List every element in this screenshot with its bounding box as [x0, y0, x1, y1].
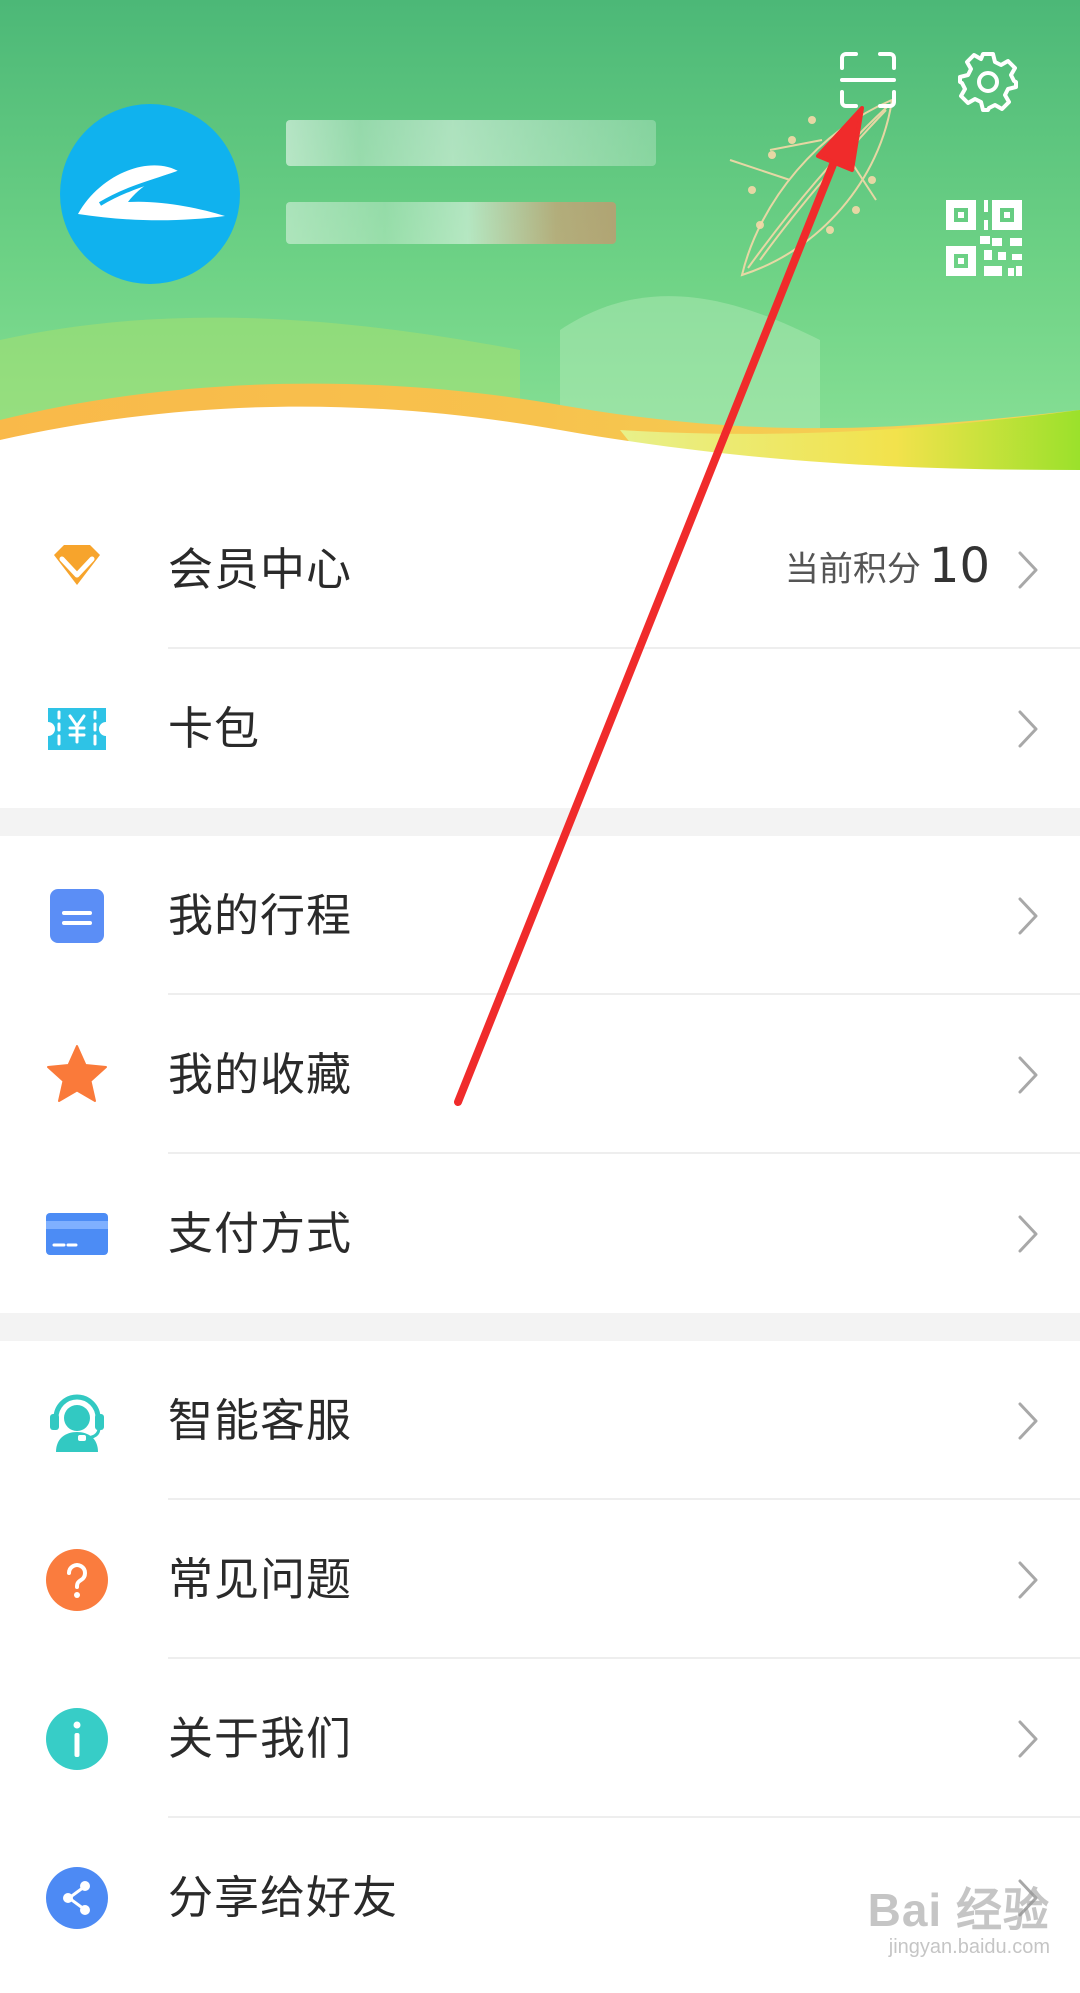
ticket-yen-icon [48, 708, 106, 750]
menu-item-about-us[interactable]: 关于我们 [0, 1659, 1080, 1818]
question-icon [46, 1549, 108, 1611]
qr-code-button[interactable] [944, 198, 1024, 278]
chevron-right-icon [1018, 551, 1038, 589]
scan-icon [840, 52, 896, 108]
section-gap [0, 1313, 1080, 1341]
menu-label: 智能客服 [168, 1394, 353, 1447]
menu-label: 关于我们 [168, 1712, 353, 1765]
profile-page: 会员中心 当前积分 10 卡包 我的行程 我的收藏 支付方式 智能客服 常见问题… [0, 0, 1080, 1993]
menu-item-wallet[interactable]: 卡包 [0, 649, 1080, 808]
menu-item-payment-method[interactable]: 支付方式 [0, 1154, 1080, 1313]
chevron-right-icon [1018, 897, 1038, 935]
scan-button[interactable] [838, 50, 898, 110]
menu-label: 会员中心 [168, 543, 353, 596]
chevron-right-icon [1018, 1561, 1038, 1599]
info-icon [46, 1708, 108, 1770]
headset-icon [50, 1394, 104, 1452]
chevron-right-icon [1018, 1056, 1038, 1094]
gear-icon [958, 52, 1018, 112]
app-logo-icon [78, 165, 225, 221]
diamond-icon [54, 545, 100, 585]
qr-code-icon [946, 200, 1022, 276]
points-label: 当前积分 [784, 549, 921, 590]
chevron-right-icon [1018, 1720, 1038, 1758]
star-icon [47, 1045, 107, 1102]
menu-item-member-center[interactable]: 会员中心 当前积分 10 [0, 490, 1080, 649]
points-value: 10 [928, 538, 990, 594]
avatar[interactable] [60, 104, 240, 284]
menu-item-my-trips[interactable]: 我的行程 [0, 836, 1080, 995]
watermark-sub: jingyan.baidu.com [888, 1936, 1050, 1958]
menu-item-smart-service[interactable]: 智能客服 [0, 1341, 1080, 1500]
menu-label: 支付方式 [168, 1207, 353, 1260]
chevron-right-icon [1018, 1402, 1038, 1440]
menu-item-favorites[interactable]: 我的收藏 [0, 995, 1080, 1154]
card-icon [46, 1213, 108, 1255]
user-phone-masked [286, 202, 616, 244]
user-name-masked [286, 120, 656, 166]
menu-group-account: 会员中心 当前积分 10 卡包 [0, 490, 1080, 808]
chevron-right-icon [1018, 1215, 1038, 1253]
menu-group-travel: 我的行程 我的收藏 支付方式 [0, 836, 1080, 1313]
section-gap [0, 808, 1080, 836]
watermark-main: Bai 经验 [867, 1884, 1050, 1936]
menu-label: 分享给好友 [168, 1871, 399, 1924]
chevron-right-icon [1018, 710, 1038, 748]
menu-label: 我的行程 [168, 889, 353, 942]
watermark: Bai 经验 jingyan.baidu.com [868, 1874, 1050, 1959]
settings-button[interactable] [956, 50, 1020, 114]
menu-label: 卡包 [168, 702, 261, 755]
menu-label: 常见问题 [168, 1553, 353, 1606]
profile-header [0, 0, 1080, 500]
document-icon [50, 889, 104, 943]
menu-item-faq[interactable]: 常见问题 [0, 1500, 1080, 1659]
share-icon [46, 1867, 108, 1929]
menu-label: 我的收藏 [168, 1048, 353, 1101]
points-display: 当前积分 10 [785, 538, 990, 594]
